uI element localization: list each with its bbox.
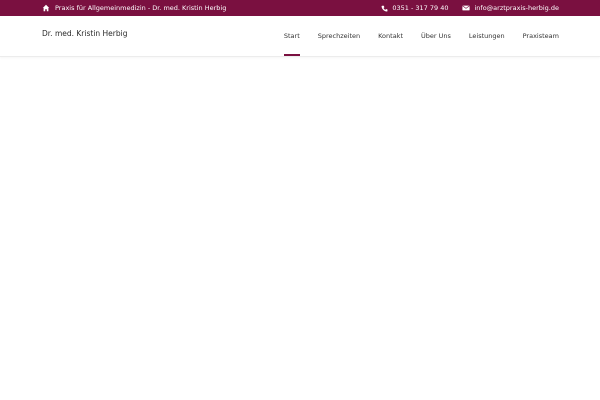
phone-number: 0351 - 317 79 40 <box>392 4 449 12</box>
main-content <box>0 57 600 400</box>
email-link[interactable]: info@arztpraxis-herbig.de <box>462 4 559 12</box>
email-address: info@arztpraxis-herbig.de <box>474 4 559 12</box>
nav-item-start[interactable]: Start <box>275 16 309 56</box>
nav-item-ueber-uns[interactable]: Über Uns <box>412 16 460 56</box>
practice-name: Praxis für Allgemeinmedizin - Dr. med. K… <box>55 4 227 12</box>
practice-info: Praxis für Allgemeinmedizin - Dr. med. K… <box>42 0 226 16</box>
site-header: Dr. med. Kristin Herbig Start Sprechzeit… <box>0 16 600 57</box>
nav-item-sprechzeiten[interactable]: Sprechzeiten <box>309 16 369 56</box>
contact-info: 0351 - 317 79 40 info@arztpraxis-herbig.… <box>381 0 559 16</box>
site-logo[interactable]: Dr. med. Kristin Herbig <box>42 29 128 38</box>
top-info-bar: Praxis für Allgemeinmedizin - Dr. med. K… <box>0 0 600 16</box>
home-icon <box>42 4 50 12</box>
phone-link[interactable]: 0351 - 317 79 40 <box>381 4 448 12</box>
envelope-icon <box>462 5 471 11</box>
nav-item-leistungen[interactable]: Leistungen <box>460 16 514 56</box>
nav-item-kontakt[interactable]: Kontakt <box>369 16 412 56</box>
phone-icon <box>381 5 388 12</box>
main-nav: Start Sprechzeiten Kontakt Über Uns Leis… <box>275 16 559 56</box>
nav-item-praxisteam[interactable]: Praxisteam <box>514 16 559 56</box>
